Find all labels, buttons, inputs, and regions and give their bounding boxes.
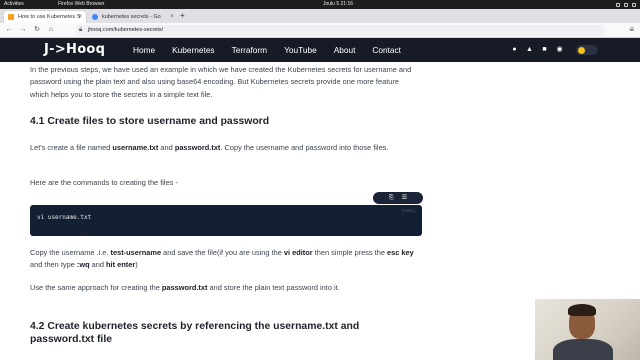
lock-icon: 🔒︎	[79, 27, 83, 33]
text-run: then simple press the	[312, 248, 388, 257]
sun-icon	[578, 46, 585, 54]
text-run: . Copy the username and password into th…	[220, 143, 389, 152]
social-links: ● ▲ ■ ◉	[510, 45, 564, 54]
bold-vi-editor: vi editor	[283, 248, 313, 257]
copy-username-paragraph: Copy the username .i.e. test-username an…	[30, 247, 422, 272]
same-approach-paragraph: Use the same approach for creating the p…	[30, 282, 422, 294]
heading-4-2: 4.2 Create kubernetes secrets by referen…	[30, 321, 360, 345]
close-tab-icon[interactable]: ×	[78, 11, 82, 23]
site-nav: Home Kubernetes Terraform YouTube About …	[133, 38, 418, 62]
filename-username: username.txt	[112, 143, 159, 152]
network-icon	[616, 2, 620, 7]
intro-paragraph: In the previous steps, we have used an e…	[30, 65, 412, 99]
close-tab-icon[interactable]: ×	[170, 11, 174, 23]
text-run: and store the plain text password into i…	[207, 283, 340, 292]
bold-esc-key: esc key	[387, 248, 414, 257]
activities-button[interactable]: Activities	[4, 0, 24, 9]
jhooq-favicon-icon	[8, 14, 14, 20]
new-tab-button[interactable]: +	[180, 9, 185, 23]
back-arrow-icon[interactable]: ←	[4, 25, 14, 35]
heading-4-1: 4.1 Create files to store username and p…	[30, 116, 270, 127]
create-files-paragraph: Let's create a file named username.txt a…	[30, 142, 422, 154]
filename-password: password.txt	[174, 143, 221, 152]
text-run: and	[89, 260, 107, 270]
site-logo[interactable]: J->Hooq	[44, 42, 105, 58]
text-run: and save the file(if you are using the	[161, 248, 284, 257]
tab-how-to-use-kubernetes-secrets[interactable]: How to use Kubernetes S ×	[4, 11, 86, 23]
app-menu[interactable]: Firefox Web Browser	[58, 0, 105, 9]
bold-wq: :wq	[76, 260, 90, 270]
hamburger-menu-icon[interactable]: ≡	[629, 25, 634, 35]
nav-kubernetes[interactable]: Kubernetes	[172, 45, 214, 55]
forward-arrow-icon[interactable]: →	[18, 25, 28, 35]
linkedin-icon[interactable]: ■	[540, 45, 549, 54]
nav-terraform[interactable]: Terraform	[232, 45, 268, 55]
text-run: and	[158, 143, 175, 152]
code-line: vi username.txt	[37, 214, 92, 221]
copy-icon[interactable]: ⎘	[389, 192, 394, 204]
bold-test-username: test-username	[110, 248, 162, 257]
tab-kubernetes-secrets-search[interactable]: kubernetes secrets - Go ×	[88, 11, 178, 23]
nav-about[interactable]: About	[334, 45, 356, 55]
reload-icon[interactable]: ↻	[32, 25, 42, 35]
commands-intro: Here are the commands to creating the fi…	[30, 178, 178, 187]
nav-contact[interactable]: Contact	[372, 45, 401, 55]
code-language-label: SHELL	[401, 208, 416, 213]
text-run: Use the same approach for creating the	[30, 283, 162, 292]
system-tray[interactable]	[616, 0, 636, 7]
webcam-overlay	[535, 299, 640, 360]
code-block[interactable]: SHELL vi username.txt	[30, 205, 422, 236]
nav-youtube[interactable]: YouTube	[284, 45, 317, 55]
browser-toolbar: ← → ↻ ⌂ 🔒︎ jhooq.com/kubernetes-secrets/…	[0, 23, 640, 38]
tab-title: kubernetes secrets - Go	[102, 14, 161, 20]
tab-strip: How to use Kubernetes S × kubernetes sec…	[0, 9, 640, 23]
google-favicon-icon	[92, 14, 98, 20]
list-icon[interactable]: ☰	[402, 192, 407, 204]
desktop-top-bar: Activities Firefox Web Browser Joulu 5 2…	[0, 0, 640, 9]
text-run: Copy the username .i.e.	[30, 248, 111, 257]
bold-hit-enter: hit enter	[106, 260, 136, 270]
rss-icon[interactable]: ◉	[555, 45, 564, 54]
presenter-hair	[568, 304, 596, 316]
home-icon[interactable]: ⌂	[46, 25, 56, 35]
text-run: and then type	[30, 260, 77, 270]
power-icon	[632, 2, 636, 7]
nav-home[interactable]: Home	[133, 45, 155, 55]
text-run: )	[135, 260, 138, 270]
bold-password-txt: password.txt	[161, 283, 208, 292]
text-run: Let's create a file named	[30, 143, 113, 152]
twitter-icon[interactable]: ▲	[525, 45, 534, 54]
github-icon[interactable]: ●	[510, 45, 519, 54]
site-header: J->Hooq Home Kubernetes Terraform YouTub…	[0, 38, 640, 62]
code-toolbar: ⎘ ☰	[373, 192, 423, 204]
presenter-body	[553, 339, 613, 360]
theme-toggle[interactable]	[576, 45, 598, 55]
clock[interactable]: Joulu 5 21:16	[318, 0, 358, 9]
url-text: jhooq.com/kubernetes-secrets/	[88, 27, 164, 33]
address-bar[interactable]: 🔒︎ jhooq.com/kubernetes-secrets/	[76, 25, 604, 36]
tab-title: How to use Kubernetes S	[18, 14, 81, 20]
volume-icon	[624, 2, 628, 7]
